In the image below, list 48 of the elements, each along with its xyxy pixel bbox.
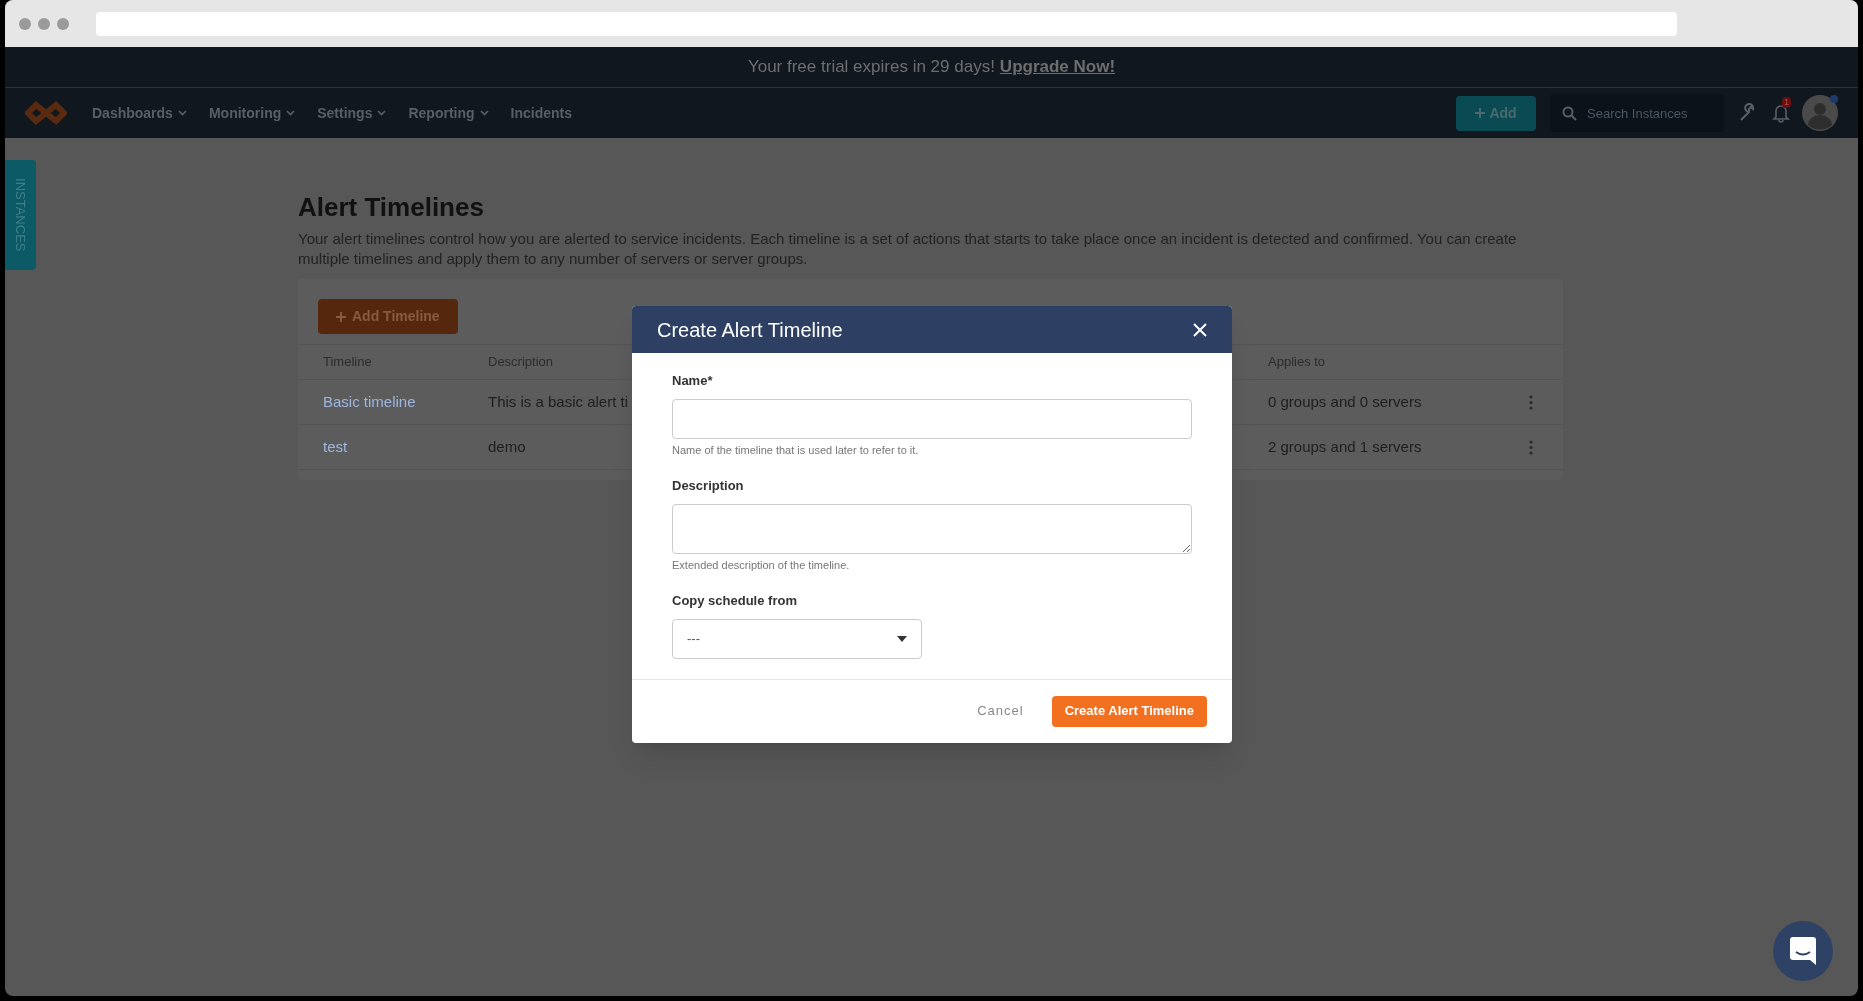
search-icon: [1562, 106, 1577, 121]
nav-menu-item[interactable]: Settings: [317, 102, 387, 124]
field-label: Description: [672, 477, 745, 495]
nav-menu-item[interactable]: Monitoring: [208, 102, 296, 124]
nav-menu-item[interactable]: Dashboards: [92, 102, 187, 124]
chat-button[interactable]: [1773, 921, 1833, 981]
table-cell: This is a basic alert ti: [488, 392, 629, 410]
table-cell-text: 2 groups and 1 servers: [1268, 436, 1422, 457]
chevron-down-icon: [377, 110, 387, 116]
description-textarea[interactable]: [672, 503, 1192, 554]
chat-icon: [1790, 937, 1816, 965]
create-button[interactable]: Create Alert Timeline: [1051, 695, 1207, 727]
bell-icon[interactable]: [1772, 103, 1790, 123]
avatar-icon[interactable]: [1802, 95, 1838, 131]
search-field[interactable]: Search Instances: [1550, 94, 1724, 132]
logo-icon[interactable]: [25, 101, 67, 125]
trial-banner-text: Your free trial expires in 29 days!: [747, 56, 995, 79]
add-button[interactable]: Add: [1456, 95, 1536, 131]
field-label: Copy schedule from: [672, 592, 798, 610]
table-cell-text: 0 groups and 0 servers: [1268, 391, 1422, 412]
chevron-down-icon: [286, 110, 296, 116]
nav-menu-item[interactable]: Reporting: [408, 102, 489, 124]
upgrade-link[interactable]: Upgrade Now!: [999, 54, 1116, 80]
window-control-icon[interactable]: [38, 17, 50, 30]
window-control-icon[interactable]: [19, 17, 31, 30]
cancel-button[interactable]: Cancel: [977, 701, 1024, 721]
window-control-icon[interactable]: [57, 17, 69, 30]
page-title: Alert Timelines: [298, 191, 485, 224]
dialog-title: Create Alert Timeline: [657, 317, 843, 343]
chevron-down-icon: [177, 110, 187, 116]
caret-down-icon: [897, 635, 907, 642]
chevron-down-icon: [479, 110, 489, 116]
field-hint: Extended description of the timeline.: [672, 557, 851, 573]
field-hint: Name of the timeline that is used later to refer to it.: [672, 442, 920, 458]
schedule-dropdown[interactable]: ---: [672, 618, 922, 659]
timeline-link[interactable]: Basic timeline: [323, 392, 416, 410]
more-options-icon[interactable]: [1529, 439, 1533, 455]
more-options-icon[interactable]: [1529, 394, 1533, 410]
nav-menu-item[interactable]: Incidents: [510, 102, 573, 124]
address-bar[interactable]: [96, 11, 1677, 36]
table-cell: demo: [488, 437, 526, 455]
name-input-field[interactable]: [672, 398, 1192, 439]
plus-icon: [1475, 108, 1486, 118]
close-icon[interactable]: [1193, 322, 1207, 337]
plus-icon: [336, 311, 346, 322]
field-label: Name*: [672, 372, 714, 390]
timeline-link[interactable]: test: [323, 437, 348, 455]
notification-badge: 1: [1782, 97, 1791, 108]
